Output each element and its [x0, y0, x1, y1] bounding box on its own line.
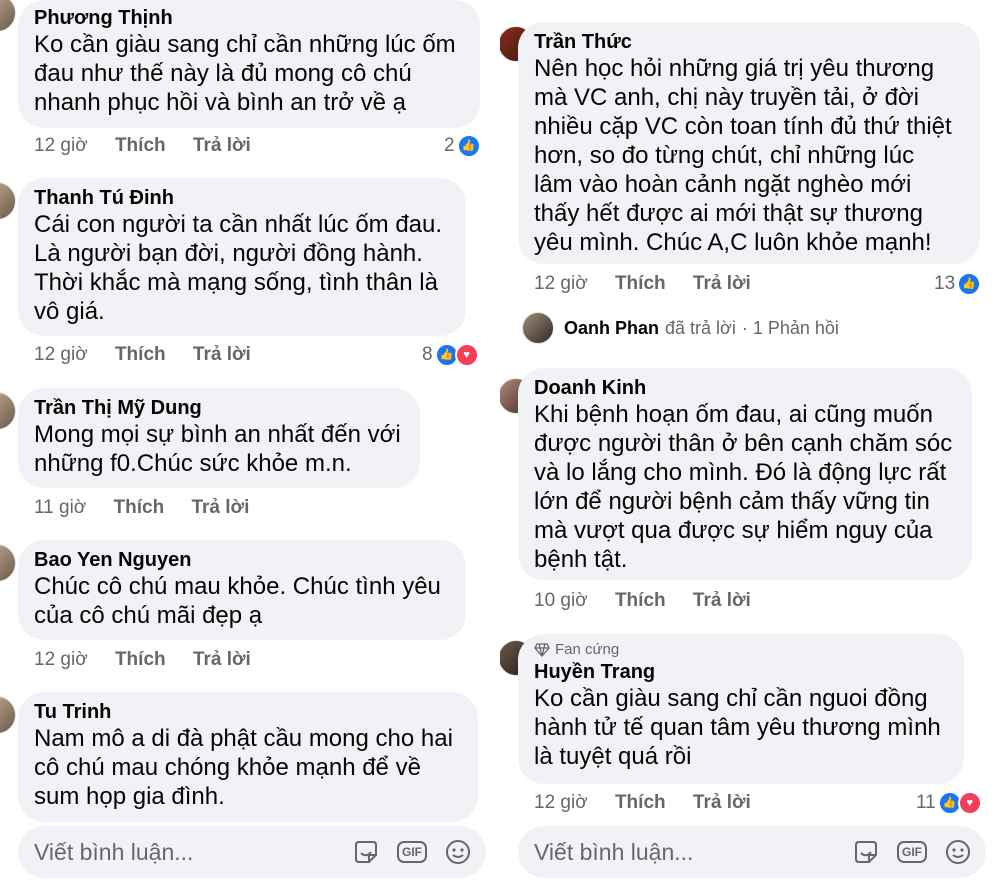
avatar[interactable] [0, 182, 16, 220]
comment-author[interactable]: Doanh Kinh [534, 376, 956, 400]
comment-author[interactable]: Bao Yen Nguyen [34, 548, 450, 572]
comment-text: Mong mọi sự bình an nhất đến với những f… [34, 421, 401, 477]
reaction-count: 2 [444, 135, 455, 156]
comment-time[interactable]: 11 giờ [34, 496, 86, 520]
comment-text: Nên học hỏi những giá trị yêu thương mà … [534, 55, 952, 256]
comments-column-left: Phương Thịnh Ko cần giàu sang chỉ cần nh… [0, 0, 500, 882]
avatar[interactable] [0, 392, 16, 430]
reaction-count: 13 [934, 273, 956, 294]
comment-meta: 12 giờ Thích Trả lời [34, 343, 251, 367]
like-button[interactable]: Thích [114, 496, 165, 520]
comment-bubble: Thanh Tú Đinh Cái con người ta cần nhất … [18, 178, 466, 336]
comment-time[interactable]: 10 giờ [534, 589, 588, 613]
sticker-icon[interactable] [350, 836, 382, 868]
reply-button[interactable]: Trả lời [693, 791, 751, 815]
comment-text: Nam mô a di đà phật cầu mong cho hai cô … [34, 725, 453, 810]
reply-button[interactable]: Trả lời [693, 589, 751, 613]
comments-column-right: Trần Thức Nên học hỏi những giá trị yêu … [500, 0, 1000, 882]
gif-icon[interactable]: GIF [396, 836, 428, 868]
comment-meta: 10 giờ Thích Trả lời [534, 589, 751, 613]
comment-composer[interactable]: Viết bình luận... GIF [518, 826, 986, 878]
reply-button[interactable]: Trả lời [193, 343, 251, 367]
fan-badge: Fan cứng [534, 640, 948, 660]
comment-author[interactable]: Phương Thịnh [34, 6, 464, 30]
avatar[interactable] [0, 696, 16, 734]
heart-icon: ♥ [957, 791, 982, 815]
diamond-icon [534, 643, 550, 657]
like-button[interactable]: Thích [115, 343, 166, 367]
reaction-count: 11 [916, 792, 936, 813]
like-button[interactable]: Thích [615, 272, 666, 296]
comment-author[interactable]: Thanh Tú Đinh [34, 186, 450, 210]
comment-input[interactable]: Viết bình luận... [534, 839, 836, 866]
heart-icon: ♥ [454, 343, 479, 367]
reply-button[interactable]: Trả lời [193, 648, 251, 672]
like-button[interactable]: Thích [115, 134, 166, 158]
reaction-summary[interactable]: 2 👍 [444, 134, 481, 158]
reaction-summary[interactable]: 8 👍 ♥ [422, 343, 479, 367]
comment-text: Ko cần giàu sang chỉ cần những lúc ốm đa… [34, 31, 456, 116]
comment-author[interactable]: Tu Trinh [34, 700, 462, 724]
view-replies-link[interactable]: Oanh Phan đã trả lời · 1 Phản hồi [522, 312, 839, 344]
emoji-icon[interactable] [442, 836, 474, 868]
comment-text: Khi bệnh hoạn ốm đau, ai cũng muốn được … [534, 401, 953, 573]
comment-author[interactable]: Trần Thị Mỹ Dung [34, 396, 404, 420]
comment-meta: 12 giờ Thích Trả lời [534, 791, 751, 815]
comment-bubble: Trần Thức Nên học hỏi những giá trị yêu … [518, 22, 980, 264]
comment-text: Chúc cô chú mau khỏe. Chúc tình yêu của … [34, 573, 441, 629]
comment-time[interactable]: 12 giờ [34, 648, 88, 672]
avatar[interactable] [0, 544, 16, 582]
comment-bubble: Bao Yen Nguyen Chúc cô chú mau khỏe. Chú… [18, 540, 466, 640]
comment-bubble: Trần Thị Mỹ Dung Mong mọi sự bình an nhấ… [18, 388, 420, 488]
like-button[interactable]: Thích [115, 648, 166, 672]
comment-meta: 11 giờ Thích Trả lời [34, 496, 249, 520]
gif-icon[interactable]: GIF [896, 836, 928, 868]
like-button[interactable]: Thích [615, 791, 666, 815]
reaction-summary[interactable]: 13 👍 [934, 272, 982, 296]
like-button[interactable]: Thích [615, 589, 666, 613]
comment-bubble: Doanh Kinh Khi bệnh hoạn ốm đau, ai cũng… [518, 368, 972, 580]
comment-author[interactable]: Huyền Trang [534, 660, 948, 684]
like-icon: 👍 [456, 134, 481, 158]
comment-bubble: Fan cứng Huyền Trang Ko cần giàu sang ch… [518, 634, 964, 784]
reply-author: Oanh Phan [564, 317, 660, 338]
comment-text: Ko cần giàu sang chỉ cần nguoi đồng hành… [534, 685, 941, 770]
like-icon: 👍 [957, 272, 982, 296]
reply-button[interactable]: Trả lời [191, 496, 249, 520]
comment-meta: 12 giờ Thích Trả lời [534, 272, 751, 296]
comment-bubble: Tu Trinh Nam mô a di đà phật cầu mong ch… [18, 692, 478, 822]
comment-text: Cái con người ta cần nhất lúc ốm đau. Là… [34, 211, 443, 325]
avatar[interactable] [0, 0, 16, 32]
reaction-count: 8 [422, 344, 433, 365]
reply-button[interactable]: Trả lời [193, 134, 251, 158]
avatar [522, 312, 554, 344]
comment-input[interactable]: Viết bình luận... [34, 839, 336, 866]
reply-count: · 1 Phản hồi [741, 317, 839, 338]
reaction-summary[interactable]: 11 👍 ♥ [916, 791, 982, 815]
comment-bubble: Phương Thịnh Ko cần giàu sang chỉ cần nh… [18, 0, 480, 128]
comment-time[interactable]: 12 giờ [534, 272, 588, 296]
comment-time[interactable]: 12 giờ [534, 791, 588, 815]
comment-composer[interactable]: Viết bình luận... GIF [18, 826, 486, 878]
comment-author[interactable]: Trần Thức [534, 30, 964, 54]
comment-meta: 12 giờ Thích Trả lời [34, 134, 251, 158]
reply-button[interactable]: Trả lời [693, 272, 751, 296]
comment-meta: 12 giờ Thích Trả lời [34, 648, 251, 672]
comment-time[interactable]: 12 giờ [34, 134, 88, 158]
comment-time[interactable]: 12 giờ [34, 343, 88, 367]
sticker-icon[interactable] [850, 836, 882, 868]
emoji-icon[interactable] [942, 836, 974, 868]
reply-action: đã trả lời [665, 317, 736, 338]
